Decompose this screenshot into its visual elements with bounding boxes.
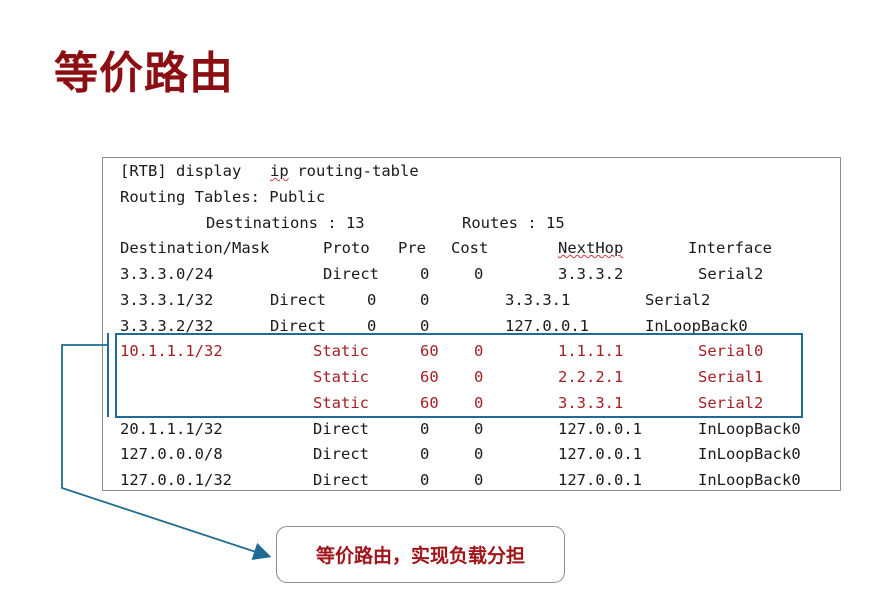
callout-connector-arrow — [61, 344, 272, 561]
callout-text: 等价路由，实现负载分担 — [315, 545, 525, 567]
callout-box: 等价路由，实现负载分担 — [276, 526, 565, 583]
